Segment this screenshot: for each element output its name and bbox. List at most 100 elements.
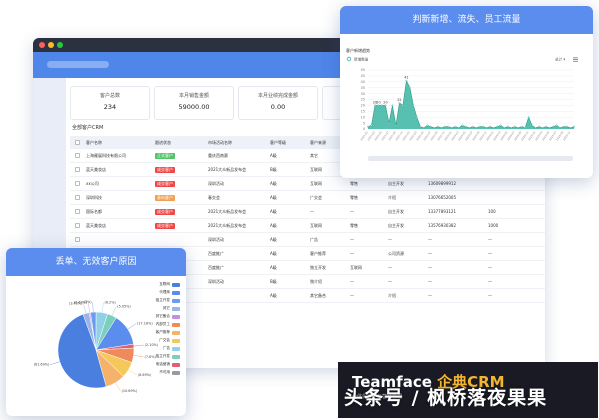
pie-legend-label[interactable]: 客户推荐 — [156, 330, 170, 335]
column-header[interactable]: 跟进状态 — [155, 140, 171, 146]
table-row[interactable]: 蓝天美妆店 成交客户 2021大众新品发布会 A级 互联网 零售 自主开发 135769303… — [70, 219, 545, 233]
table-row[interactable]: 深圳科技 意向客户 春交会 A级 广交会 零售 介绍 13076652005 — [70, 191, 545, 205]
table-cell[interactable]: 上海雁展科技有限公司 — [86, 153, 126, 159]
data-point[interactable] — [433, 126, 436, 129]
table-cell[interactable]: 国际名都 — [86, 209, 102, 215]
pie-legend-label[interactable]: 广告 — [163, 346, 170, 351]
data-point[interactable] — [524, 126, 527, 129]
data-point[interactable] — [419, 125, 422, 128]
stat-card-sales[interactable]: 本月销售金额 59000.00 — [154, 86, 234, 120]
data-point[interactable] — [471, 125, 474, 128]
data-point[interactable] — [440, 126, 443, 129]
chart-zoom-slider[interactable] — [368, 156, 573, 161]
data-point[interactable] — [548, 126, 551, 129]
table-cell[interactable]: 蓝天美妆店 — [86, 223, 106, 229]
table-row[interactable]: 深圳活动 A级 广告 — — — — — [70, 233, 545, 247]
data-point[interactable] — [461, 124, 464, 127]
table-cell[interactable]: 蓝天美妆店 — [86, 167, 106, 173]
data-point[interactable] — [384, 104, 387, 107]
data-point[interactable] — [454, 125, 457, 128]
data-point[interactable] — [534, 126, 537, 129]
pie-legend-label[interactable]: 其它备合 — [156, 314, 170, 319]
table-cell[interactable]: 深圳科技 — [86, 195, 102, 201]
pie-legend-label[interactable]: 独立开发 — [156, 298, 170, 303]
data-point[interactable] — [374, 104, 376, 107]
row-checkbox[interactable] — [75, 153, 80, 158]
data-point[interactable] — [506, 125, 509, 128]
stat-card-performance[interactable]: 本月业绩完成金额 0.00 — [238, 86, 318, 120]
data-point[interactable] — [552, 125, 554, 128]
stat-card-customers[interactable]: 客户总数 234 — [70, 86, 150, 120]
pie-legend-label[interactable]: 独立开发 — [156, 354, 170, 359]
data-point[interactable] — [485, 126, 488, 129]
data-point[interactable] — [436, 125, 439, 128]
pie-legend-label[interactable]: 不可用 — [159, 370, 170, 375]
data-point[interactable] — [566, 125, 568, 128]
data-point[interactable] — [381, 104, 383, 107]
maximize-dot[interactable] — [57, 42, 63, 48]
table-cell[interactable]: xx公司 — [86, 181, 99, 187]
pie-legend-label[interactable]: 互联网 — [159, 282, 170, 287]
data-point[interactable] — [415, 116, 418, 119]
row-checkbox[interactable] — [75, 167, 80, 172]
data-point[interactable] — [517, 126, 520, 129]
data-point[interactable] — [538, 125, 540, 128]
data-point[interactable] — [412, 104, 415, 107]
data-point[interactable] — [408, 86, 411, 89]
column-header[interactable]: 客户来源 — [310, 140, 326, 146]
data-point[interactable] — [450, 126, 453, 129]
row-checkbox[interactable] — [75, 209, 80, 214]
pie-legend-label[interactable]: 广交会 — [159, 338, 170, 343]
pie-legend-label[interactable]: 电话营销 — [156, 362, 170, 367]
data-point[interactable] — [443, 125, 446, 128]
data-point[interactable] — [426, 124, 429, 127]
column-header[interactable]: 客户名称 — [86, 140, 102, 146]
minimize-dot[interactable] — [48, 42, 54, 48]
close-dot[interactable] — [39, 42, 45, 48]
data-point[interactable] — [492, 126, 495, 129]
data-point[interactable] — [510, 126, 513, 129]
table-row[interactable]: xx公司 成交客户 深圳活动 A级 互联网 零售 自主开发 13609899912 — [70, 177, 545, 191]
pie-legend-label[interactable]: 代理商 — [159, 290, 170, 295]
data-point[interactable] — [367, 125, 369, 128]
data-point[interactable] — [388, 122, 390, 125]
data-point[interactable] — [569, 126, 572, 129]
data-point[interactable] — [503, 126, 506, 129]
data-point[interactable] — [447, 125, 450, 128]
table-row[interactable]: 国际名都 成交客户 2021大众新品发布会 A级 — — 自主开发 13377893121 10… — [70, 205, 545, 219]
data-point[interactable] — [402, 104, 404, 107]
row-checkbox[interactable] — [75, 237, 80, 242]
data-point[interactable] — [398, 102, 401, 104]
data-point[interactable] — [482, 125, 485, 128]
data-point[interactable] — [559, 126, 561, 129]
pie-legend-label[interactable]: 其它 — [163, 306, 170, 311]
data-point[interactable] — [496, 125, 499, 128]
pie-legend-label[interactable]: 内部员工 — [156, 322, 170, 327]
data-point[interactable] — [531, 124, 534, 127]
column-header[interactable]: 市场活动名称 — [208, 140, 232, 146]
legend-label[interactable]: 新增数量 — [354, 57, 369, 62]
data-point[interactable] — [499, 124, 502, 127]
menu-icon[interactable] — [573, 57, 578, 62]
column-header[interactable]: 客户等级 — [270, 140, 286, 146]
data-point[interactable] — [562, 125, 565, 128]
data-point[interactable] — [395, 124, 397, 127]
row-checkbox[interactable] — [75, 181, 80, 186]
data-point[interactable] — [391, 104, 394, 107]
data-point[interactable] — [555, 124, 558, 127]
data-point[interactable] — [422, 126, 425, 129]
total-dropdown[interactable]: 总计 ▾ — [555, 57, 565, 62]
data-point[interactable] — [573, 125, 575, 128]
data-point[interactable] — [464, 125, 467, 128]
data-point[interactable] — [541, 126, 544, 129]
data-point[interactable] — [468, 126, 471, 129]
data-point[interactable] — [545, 125, 547, 128]
data-point[interactable] — [520, 125, 523, 128]
data-point[interactable] — [377, 104, 380, 107]
data-point[interactable] — [513, 125, 516, 128]
data-point[interactable] — [370, 124, 373, 127]
row-checkbox[interactable] — [75, 195, 80, 200]
data-point[interactable] — [489, 125, 492, 128]
select-all-checkbox[interactable] — [75, 140, 80, 145]
data-point[interactable] — [405, 79, 408, 82]
